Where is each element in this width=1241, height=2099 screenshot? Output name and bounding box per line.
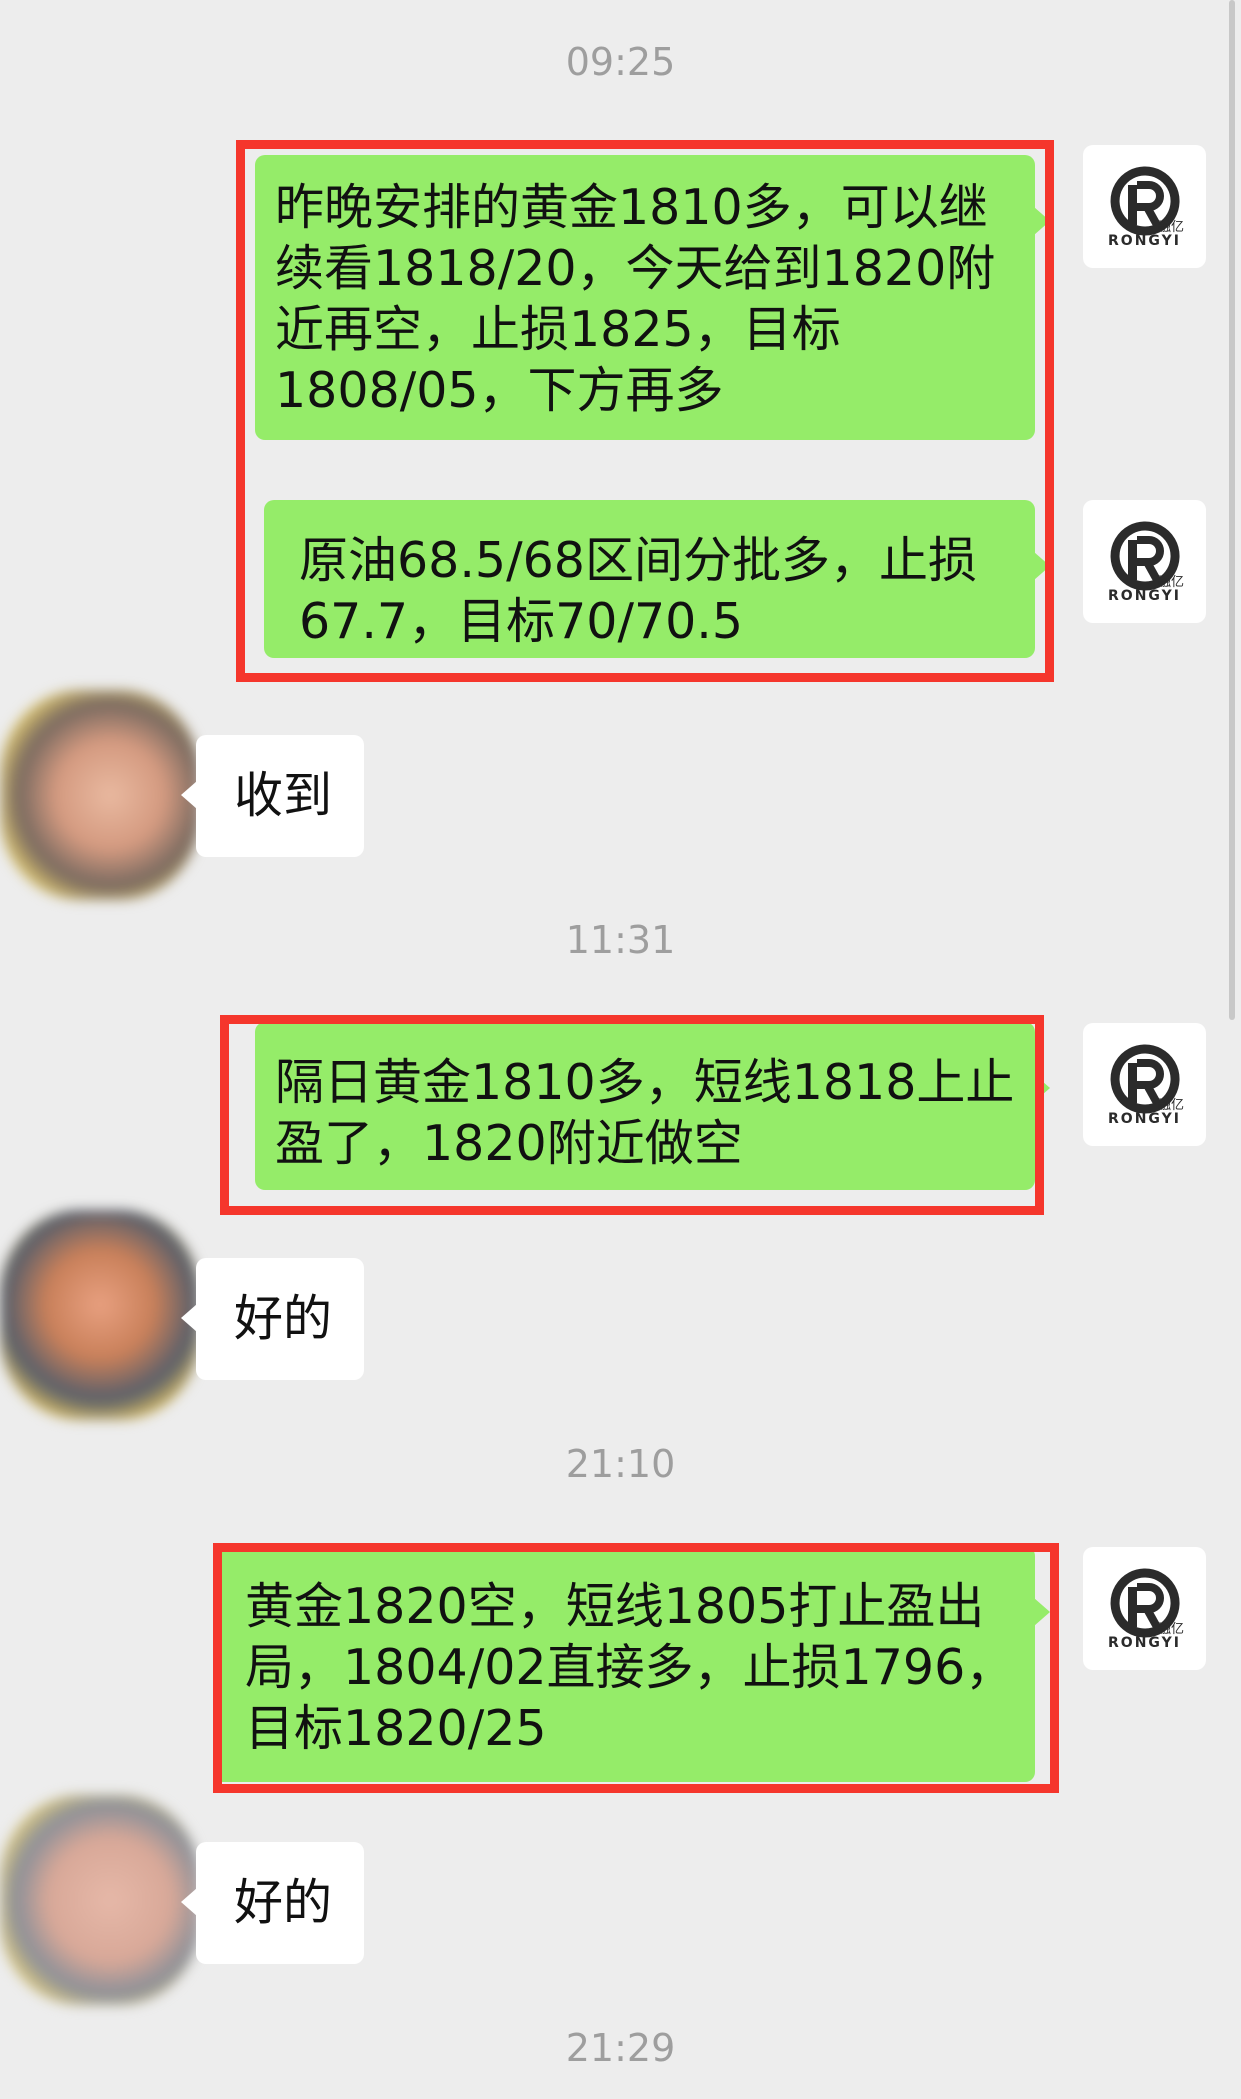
- timestamp: 11:31: [565, 918, 676, 962]
- message-bubble-sent[interactable]: 昨晚安排的黄金1810多，可以继续看1818/20，今天给到1820附近再空，止…: [255, 155, 1050, 440]
- avatar[interactable]: 融亿 RONGYI: [1083, 1547, 1206, 1670]
- message-text: 收到: [234, 767, 333, 824]
- avatar[interactable]: 融亿 RONGYI: [1083, 145, 1206, 268]
- message-bubble-sent[interactable]: 隔日黄金1810多，短线1818上止盈了，1820附近做空: [255, 1022, 1050, 1190]
- timestamp: 21:10: [565, 1442, 676, 1486]
- logo-text: RONGYI: [1108, 232, 1181, 249]
- logo-text: RONGYI: [1108, 587, 1181, 604]
- message-text: 昨晚安排的黄金1810多，可以继续看1818/20，今天给到1820附近再空，止…: [275, 179, 996, 419]
- message-text: 黄金1820空，短线1805打止盈出局，1804/02直接多，止损1796，目标…: [245, 1578, 1015, 1757]
- avatar[interactable]: [0, 690, 200, 900]
- message-bubble-sent[interactable]: 黄金1820空，短线1805打止盈出局，1804/02直接多，止损1796，目标…: [213, 1546, 1050, 1782]
- message-bubble-received[interactable]: 好的: [181, 1258, 364, 1380]
- avatar[interactable]: 融亿 RONGYI: [1083, 1023, 1206, 1146]
- rongyi-logo-icon: 融亿: [1110, 1044, 1184, 1113]
- message-text: 好的: [234, 1290, 333, 1347]
- avatar[interactable]: [0, 1795, 200, 2005]
- message-text: 隔日黄金1810多，短线1818上止盈了，1820附近做空: [275, 1054, 1015, 1172]
- rongyi-logo-icon: 融亿: [1110, 521, 1184, 590]
- message-text: 好的: [234, 1874, 333, 1931]
- rongyi-logo-icon: 融亿: [1110, 166, 1184, 235]
- avatar[interactable]: [0, 1210, 200, 1420]
- message-text: 原油68.5/68区间分批多，止损67.7，目标70/70.5: [299, 532, 977, 650]
- timestamp: 09:25: [565, 40, 676, 84]
- rongyi-logo-icon: 融亿: [1110, 1568, 1184, 1637]
- message-bubble-sent[interactable]: 原油68.5/68区间分批多，止损67.7，目标70/70.5: [264, 500, 1050, 658]
- timestamp: 21:29: [565, 2026, 676, 2070]
- avatar[interactable]: 融亿 RONGYI: [1083, 500, 1206, 623]
- message-bubble-received[interactable]: 收到: [181, 735, 364, 857]
- message-bubble-received[interactable]: 好的: [181, 1842, 364, 1964]
- scrollbar[interactable]: [1229, 0, 1235, 1020]
- logo-text: RONGYI: [1108, 1110, 1181, 1127]
- logo-text: RONGYI: [1108, 1634, 1181, 1651]
